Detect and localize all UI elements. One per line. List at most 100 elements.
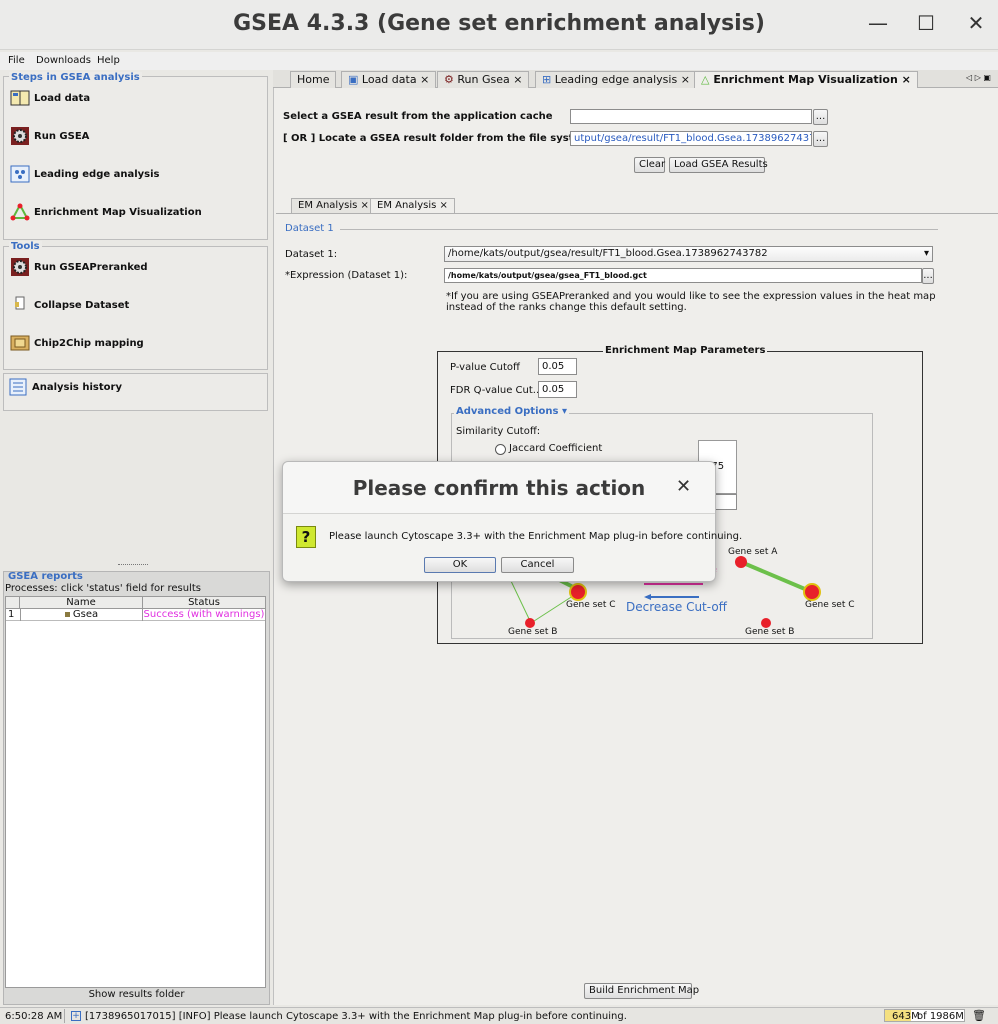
tab-leading-edge[interactable]: ⊞ Leading edge analysis × xyxy=(535,71,697,88)
expression-note-line2: instead of the ranks change this default… xyxy=(446,302,687,313)
reports-title: GSEA reports xyxy=(8,571,83,582)
dialog-close-icon[interactable]: ✕ xyxy=(676,476,691,497)
nav-run-gsea-label: Run GSEA xyxy=(34,131,90,142)
result-folder-field[interactable]: utput/gsea/result/FT1_blood.Gsea.1738962… xyxy=(570,131,812,146)
question-icon: ? xyxy=(296,526,316,548)
dataset-select[interactable]: /home/kats/output/gsea/result/FT1_blood.… xyxy=(444,246,933,262)
memory-used: 643M xyxy=(892,1011,920,1022)
diagram-gene-b-left: Gene set B xyxy=(508,627,558,637)
pvalue-label: P-value Cutoff xyxy=(450,362,520,373)
dialog-ok-button[interactable]: OK xyxy=(424,557,496,573)
dialog-cancel-button[interactable]: Cancel xyxy=(501,557,574,573)
diagram-node-c-left xyxy=(569,583,587,601)
em-parameters-title: Enrichment Map Parameters xyxy=(603,345,768,356)
nav-load-data[interactable]: Load data xyxy=(10,88,90,110)
row-name-cell[interactable]: Gsea xyxy=(20,609,143,621)
build-enrichment-map-button[interactable]: Build Enrichment Map xyxy=(584,983,699,999)
similarity-label: Similarity Cutoff: xyxy=(456,426,541,437)
collapse-icon xyxy=(15,296,25,310)
expression-browse-button[interactable]: ... xyxy=(922,268,934,284)
nav-leading-edge-label: Leading edge analysis xyxy=(34,169,160,180)
advanced-options-toggle[interactable]: Advanced Options ▾ xyxy=(454,406,569,417)
chip-icon xyxy=(10,335,30,351)
expression-note-line1: *If you are using GSEAPreranked and you … xyxy=(446,291,936,302)
tools-title: Tools xyxy=(9,241,42,252)
nav-collapse-dataset-label: Collapse Dataset xyxy=(34,300,130,311)
trash-icon[interactable]: 🗑 xyxy=(972,1009,986,1022)
jaccard-radio[interactable] xyxy=(495,444,506,455)
menu-bar xyxy=(0,52,998,70)
close-window-button[interactable]: ✕ xyxy=(956,0,996,48)
chevron-down-icon: ▾ xyxy=(923,248,929,259)
menu-help[interactable]: Help xyxy=(97,53,120,68)
diagram-gene-b-right: Gene set B xyxy=(745,627,795,637)
nav-analysis-history[interactable]: Analysis history xyxy=(8,377,122,399)
history-icon xyxy=(9,378,27,396)
row-index: 1 xyxy=(8,609,15,620)
diagram-node-a-right xyxy=(735,556,747,568)
gear-icon xyxy=(11,258,29,276)
nav-load-data-label: Load data xyxy=(34,93,91,104)
tab-scroll-arrows[interactable]: ◁ ▷ ▣ xyxy=(966,73,991,82)
diagram-gene-c-right: Gene set C xyxy=(805,600,855,610)
nav-run-gseapreranked[interactable]: Run GSEAPreranked xyxy=(10,257,148,279)
subtab-em-analysis-1[interactable]: EM Analysis × xyxy=(291,198,376,213)
nav-enrichment-map-label: Enrichment Map Visualization xyxy=(34,207,202,218)
diagram-gene-a: Gene set A xyxy=(728,547,778,557)
clear-button[interactable]: Clear xyxy=(634,157,665,173)
tab-load-data[interactable]: ▣ Load data × xyxy=(341,71,437,88)
diagram-edge-ac-right xyxy=(740,560,813,594)
minimize-button[interactable]: — xyxy=(858,0,898,48)
jaccard-label: Jaccard Coefficient xyxy=(509,443,603,454)
nav-chip2chip[interactable]: Chip2Chip mapping xyxy=(10,333,144,355)
cache-browse-button[interactable]: ... xyxy=(813,109,828,125)
subtab-line xyxy=(276,213,998,214)
select-cache-label: Select a GSEA result from the applicatio… xyxy=(283,111,553,122)
panel-splitter[interactable] xyxy=(118,564,148,567)
locate-folder-label: [ OR ] Locate a GSEA result folder from … xyxy=(283,133,591,144)
tab-close-icon[interactable]: × xyxy=(513,73,522,86)
diagram-node-c-right xyxy=(803,583,821,601)
load-gsea-results-button[interactable]: Load GSEA Results xyxy=(669,157,768,173)
fdr-label: FDR Q-value Cut... xyxy=(450,385,543,396)
nav-enrichment-map[interactable]: Enrichment Map Visualization xyxy=(10,202,202,224)
pvalue-input[interactable]: 0.05 xyxy=(538,358,577,375)
maximize-button[interactable]: ☐ xyxy=(906,0,946,48)
col-name-header[interactable]: Name xyxy=(20,597,143,609)
tab-close-icon[interactable]: × xyxy=(420,73,429,86)
expression-label: *Expression (Dataset 1): xyxy=(285,270,408,281)
book-icon: ▣ xyxy=(348,73,359,86)
nav-run-gsea[interactable]: Run GSEA xyxy=(10,126,89,148)
menu-file[interactable]: File xyxy=(8,53,25,68)
reports-subtitle: Processes: click 'status' field for resu… xyxy=(5,583,201,594)
nav-analysis-history-label: Analysis history xyxy=(32,382,122,393)
expression-field[interactable]: /home/kats/output/gsea/gsea_FT1_blood.gc… xyxy=(444,268,922,283)
nav-chip2chip-label: Chip2Chip mapping xyxy=(34,338,144,349)
col-status-header[interactable]: Status xyxy=(143,597,265,609)
tab-close-icon[interactable]: × xyxy=(902,73,911,86)
nav-leading-edge[interactable]: Leading edge analysis xyxy=(10,164,160,186)
tab-run-gsea[interactable]: ⚙ Run Gsea × xyxy=(437,71,530,88)
menu-downloads[interactable]: Downloads xyxy=(36,53,91,68)
subtab-em-analysis-2[interactable]: EM Analysis × xyxy=(370,198,455,213)
tab-close-icon[interactable]: × xyxy=(361,200,369,211)
cache-select[interactable] xyxy=(570,109,812,124)
fdr-input[interactable]: 0.05 xyxy=(538,381,577,398)
row-status[interactable]: Success (with warnings) xyxy=(143,609,265,621)
tab-home[interactable]: Home xyxy=(290,71,337,88)
chevron-down-icon: ▾ xyxy=(561,406,567,417)
tab-close-icon[interactable]: × xyxy=(440,200,448,211)
book-icon xyxy=(10,90,30,106)
gsea-status-icon xyxy=(64,611,70,617)
memory-total: of 1986M xyxy=(917,1011,964,1022)
diagram-gene-c-left: Gene set C xyxy=(566,600,616,610)
tab-close-icon[interactable]: × xyxy=(681,73,690,86)
show-results-folder-button[interactable]: Show results folder xyxy=(3,989,270,1000)
network-icon xyxy=(10,203,30,221)
status-time: 6:50:28 AM xyxy=(5,1011,63,1022)
expand-log-icon[interactable]: + xyxy=(71,1011,81,1021)
nav-collapse-dataset[interactable]: Collapse Dataset xyxy=(10,295,129,317)
folder-browse-button[interactable]: ... xyxy=(813,131,828,147)
dialog-message: Please launch Cytoscape 3.3+ with the En… xyxy=(329,531,743,542)
tab-enrichment-map[interactable]: △ Enrichment Map Visualization × xyxy=(694,71,918,88)
